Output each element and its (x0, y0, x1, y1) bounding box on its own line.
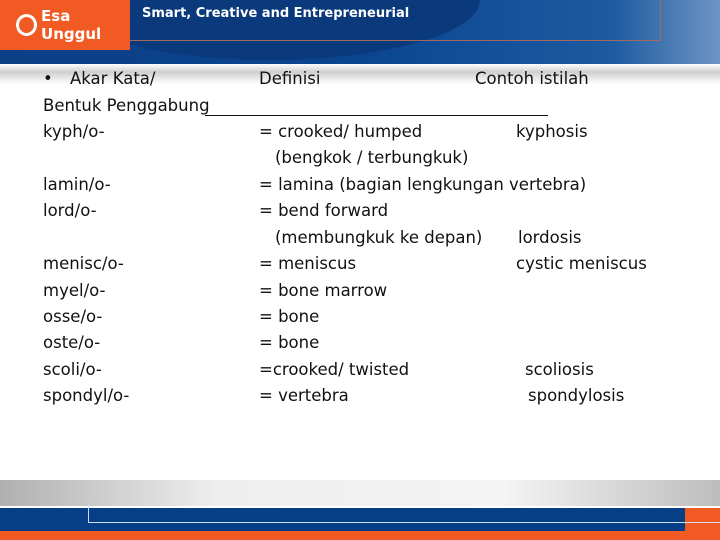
header-underline (205, 115, 548, 116)
row-example: spondylosis (528, 386, 625, 405)
row-root: lamin/o- (43, 175, 111, 194)
row-root: scoli/o- (43, 360, 102, 379)
header-root-2: Bentuk Penggabung (43, 96, 210, 115)
row-definition: = bend forward (259, 201, 389, 220)
row-definition: (bengkok / terbungkuk) (275, 148, 469, 167)
row-definition: = bone (259, 333, 320, 352)
logo-mark-icon (16, 14, 38, 36)
row-example: scoliosis (525, 360, 594, 379)
row-definition: (membungkuk ke depan) (275, 228, 483, 247)
row-root: menisc/o- (43, 254, 124, 273)
header-example: Contoh istilah (475, 69, 589, 88)
logo-text: Esa Unggul (41, 7, 102, 43)
footer-orange-bar (0, 531, 720, 540)
row-definition: = bone marrow (259, 281, 388, 300)
bullet: • (43, 69, 53, 88)
footer-frame-line (88, 503, 720, 523)
row-root: osse/o- (43, 307, 103, 326)
row-root: kyph/o- (43, 122, 105, 141)
row-example: cystic meniscus (516, 254, 647, 273)
header-definition: Definisi (259, 69, 321, 88)
header-banner: Esa Unggul Smart, Creative and Entrepren… (0, 0, 720, 64)
tagline: Smart, Creative and Entrepreneurial (142, 6, 410, 21)
row-definition: = meniscus (259, 254, 357, 273)
row-definition: = bone (259, 307, 320, 326)
row-root: spondyl/o- (43, 386, 130, 405)
row-definition: = crooked/ humped (259, 122, 423, 141)
row-definition: =crooked/ twisted (259, 360, 410, 379)
row-definition: = lamina (bagian lengkungan vertebra) (259, 175, 587, 194)
row-definition: = vertebra (259, 386, 349, 405)
row-example: kyphosis (516, 122, 588, 141)
row-example: lordosis (518, 228, 582, 247)
header-root: Akar Kata/ (70, 69, 156, 88)
row-root: lord/o- (43, 201, 97, 220)
row-root: oste/o- (43, 333, 101, 352)
row-root: myel/o- (43, 281, 106, 300)
logo: Esa Unggul (0, 0, 130, 50)
